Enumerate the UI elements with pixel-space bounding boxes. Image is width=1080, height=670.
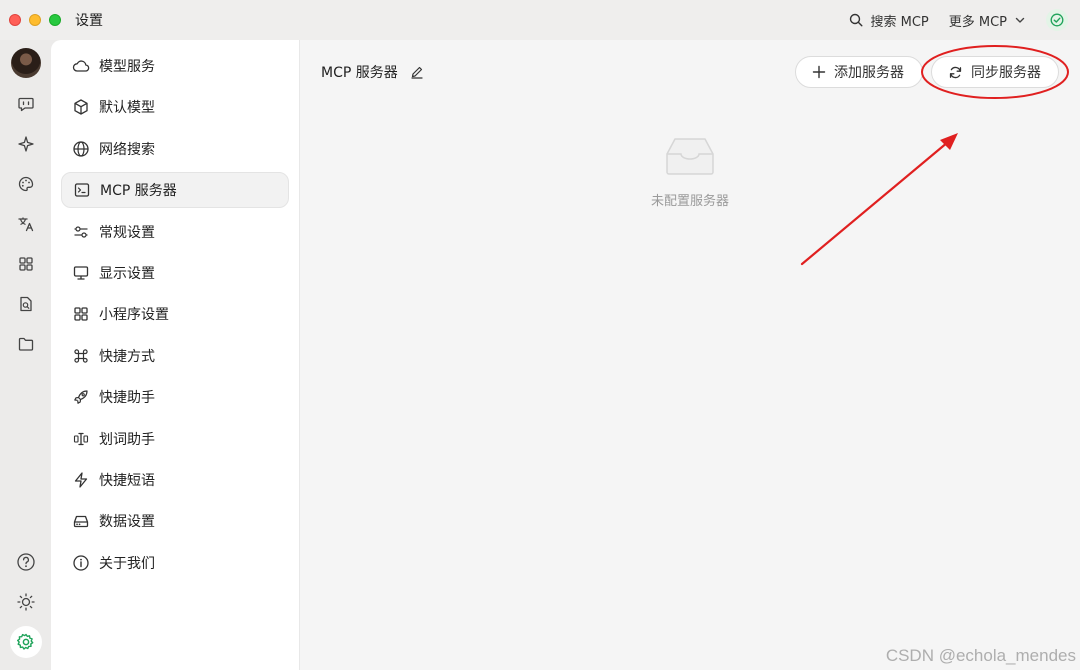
search-mcp-button[interactable]: 搜索 MCP bbox=[849, 11, 929, 30]
nav-item-model-service[interactable]: 模型服务 bbox=[61, 48, 289, 84]
command-icon bbox=[72, 347, 90, 365]
palette-icon[interactable] bbox=[10, 168, 42, 200]
nav-item-mcp-servers[interactable]: MCP 服务器 bbox=[61, 172, 289, 209]
plus-icon bbox=[812, 65, 826, 79]
cloud-icon bbox=[72, 57, 90, 75]
sparkle-icon[interactable] bbox=[10, 128, 42, 160]
nav-item-mini-app-settings[interactable]: 小程序设置 bbox=[61, 296, 289, 332]
terminal-icon bbox=[73, 181, 91, 199]
minimize-window-button[interactable] bbox=[29, 14, 41, 26]
nav-item-about-us[interactable]: 关于我们 bbox=[61, 545, 289, 581]
nav-item-shortcuts[interactable]: 快捷方式 bbox=[61, 338, 289, 374]
chevron-down-icon bbox=[1014, 14, 1026, 26]
inbox-empty-icon bbox=[665, 136, 715, 176]
nav-item-quick-assistant[interactable]: 快捷助手 bbox=[61, 379, 289, 415]
title-bar: 设置 搜索 MCP 更多 MCP bbox=[0, 0, 1080, 40]
top-right-toolbar: 搜索 MCP 更多 MCP bbox=[849, 0, 1068, 40]
file-search-icon[interactable] bbox=[10, 288, 42, 320]
more-mcp-dropdown[interactable]: 更多 MCP bbox=[949, 11, 1026, 30]
nav-item-label: 关于我们 bbox=[99, 555, 155, 572]
nav-item-general-settings[interactable]: 常规设置 bbox=[61, 214, 289, 250]
info-icon bbox=[72, 554, 90, 572]
page-header: MCP 服务器 bbox=[321, 62, 424, 82]
nav-item-label: 划词助手 bbox=[99, 431, 155, 448]
edit-pencil-icon[interactable] bbox=[410, 65, 424, 79]
rocket-icon bbox=[72, 388, 90, 406]
help-icon[interactable] bbox=[10, 546, 42, 578]
nav-item-label: 模型服务 bbox=[99, 59, 155, 75]
page-title: MCP 服务器 bbox=[321, 65, 398, 81]
sync-servers-label: 同步服务器 bbox=[971, 65, 1041, 81]
search-mcp-label: 搜索 MCP bbox=[870, 14, 929, 30]
hard-drive-icon bbox=[72, 512, 90, 530]
settings-gear-icon[interactable] bbox=[9, 626, 42, 658]
empty-state: 未配置服务器 bbox=[300, 136, 1080, 209]
settings-nav: 模型服务 默认模型 网络搜索 MCP 服务器 常规设置 显示设置 小程序设置 快… bbox=[51, 40, 300, 670]
nav-item-label: 常规设置 bbox=[99, 224, 155, 241]
icon-rail bbox=[0, 40, 51, 670]
nav-item-label: 网络搜索 bbox=[99, 141, 155, 158]
chat-icon[interactable] bbox=[10, 88, 42, 120]
nav-item-web-search[interactable]: 网络搜索 bbox=[61, 131, 289, 167]
window-controls bbox=[9, 14, 61, 26]
nav-item-label: 快捷短语 bbox=[99, 472, 155, 489]
more-mcp-label: 更多 MCP bbox=[948, 14, 1007, 30]
avatar[interactable] bbox=[10, 48, 41, 78]
nav-item-default-model[interactable]: 默认模型 bbox=[61, 89, 289, 125]
monitor-icon bbox=[72, 264, 90, 282]
nav-item-data-settings[interactable]: 数据设置 bbox=[61, 503, 289, 539]
translate-icon[interactable] bbox=[10, 208, 42, 240]
status-check-icon[interactable] bbox=[1046, 9, 1068, 31]
sliders-icon bbox=[72, 223, 90, 241]
watermark: CSDN @echola_mendes bbox=[885, 646, 1076, 665]
apps-grid-icon[interactable] bbox=[10, 248, 42, 280]
cube-icon bbox=[72, 98, 90, 116]
nav-item-label: 小程序设置 bbox=[99, 307, 169, 324]
nav-item-label: 数据设置 bbox=[99, 514, 155, 531]
add-server-label: 添加服务器 bbox=[834, 65, 904, 81]
search-icon bbox=[849, 13, 863, 27]
add-server-button[interactable]: 添加服务器 bbox=[795, 56, 923, 88]
text-cursor-icon bbox=[72, 430, 90, 448]
grid-icon bbox=[72, 305, 90, 323]
nav-item-selection-assistant[interactable]: 划词助手 bbox=[61, 421, 289, 457]
nav-item-display-settings[interactable]: 显示设置 bbox=[61, 255, 289, 291]
globe-icon bbox=[72, 140, 90, 158]
nav-item-label: 显示设置 bbox=[99, 265, 155, 282]
window-title: 设置 bbox=[75, 13, 103, 29]
nav-item-quick-phrases[interactable]: 快捷短语 bbox=[61, 462, 289, 498]
nav-item-label: 快捷助手 bbox=[99, 390, 155, 407]
folder-icon[interactable] bbox=[10, 328, 42, 360]
nav-item-label: MCP 服务器 bbox=[100, 183, 177, 200]
empty-state-text: 未配置服务器 bbox=[650, 194, 729, 209]
main-panel: MCP 服务器 添加服务器 同步服务器 未配置服务器 bbox=[300, 40, 1080, 670]
zap-icon bbox=[72, 471, 90, 489]
nav-item-label: 默认模型 bbox=[99, 100, 155, 117]
refresh-icon bbox=[948, 65, 963, 80]
nav-item-label: 快捷方式 bbox=[99, 348, 155, 365]
sync-servers-button[interactable]: 同步服务器 bbox=[931, 56, 1059, 88]
zoom-window-button[interactable] bbox=[49, 14, 61, 26]
close-window-button[interactable] bbox=[9, 14, 21, 26]
theme-icon[interactable] bbox=[10, 586, 42, 618]
